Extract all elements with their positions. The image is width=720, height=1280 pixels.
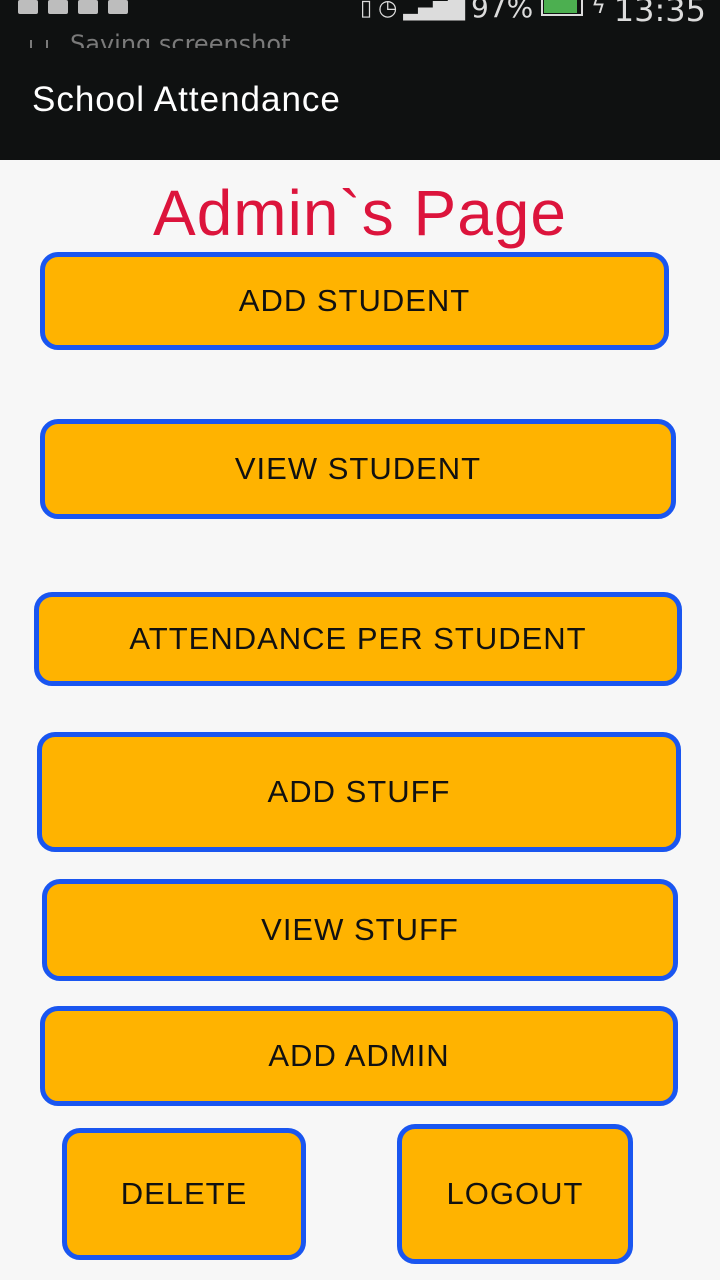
status-bar: Saving screenshot... ▯ ◷ ▂▄▆█ 97% ϟ 13:3… (0, 0, 720, 48)
clock: 13:35 (613, 0, 706, 29)
logout-button[interactable]: LOGOUT (397, 1124, 633, 1264)
app-bar: School Attendance (0, 48, 720, 160)
add-student-button[interactable]: ADD STUDENT (40, 252, 669, 350)
notification-ticker: Saving screenshot... (30, 32, 313, 48)
missed-call-icon (78, 0, 98, 14)
android-icon (48, 0, 68, 14)
battery-level (544, 0, 578, 13)
attendance-per-student-button[interactable]: ATTENDANCE PER STUDENT (34, 592, 682, 686)
email-icon (108, 0, 128, 14)
notification-text: Saving screenshot... (70, 30, 314, 48)
notification-icons (18, 0, 128, 14)
battery-icon (541, 0, 584, 16)
gallery-icon (18, 0, 38, 14)
add-stuff-button[interactable]: ADD STUFF (37, 732, 681, 852)
delete-button[interactable]: DELETE (62, 1128, 306, 1260)
charging-icon: ϟ (591, 0, 606, 19)
app-title: School Attendance (32, 80, 341, 119)
alarm-icon: ◷ (378, 0, 397, 21)
view-stuff-button[interactable]: VIEW STUFF (42, 879, 678, 981)
screenshot-icon (30, 40, 48, 48)
add-admin-button[interactable]: ADD ADMIN (40, 1006, 678, 1106)
signal-icon: ▂▄▆█ (403, 0, 465, 21)
page-title: Admin`s Page (153, 177, 567, 249)
battery-percentage: 97% (471, 0, 534, 24)
status-indicators: ▯ ◷ ▂▄▆█ 97% ϟ 13:35 (360, 0, 706, 26)
vibrate-icon: ▯ (360, 0, 372, 21)
view-student-button[interactable]: VIEW STUDENT (40, 419, 676, 519)
